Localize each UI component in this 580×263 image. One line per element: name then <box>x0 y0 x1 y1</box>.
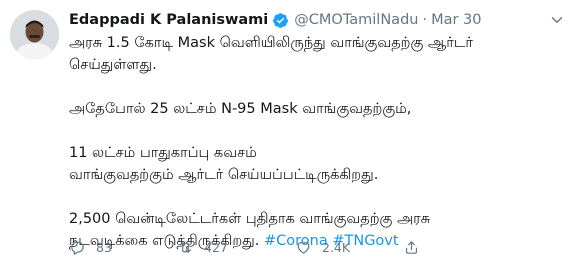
retweet-icon <box>179 241 192 253</box>
like-count: 2.4K <box>322 239 351 255</box>
tweet-actions: 83 427 2.4K <box>69 236 559 258</box>
tweet: Edappadi K Palaniswami @CMOTamilNadu · M… <box>0 0 580 263</box>
tweet-line: அரசு 1.5 கோடி Mask வெளியிலிருந்து வாங்கு… <box>69 35 473 51</box>
reply-count: 83 <box>96 239 112 255</box>
tweet-date[interactable]: Mar 30 <box>431 9 481 31</box>
chevron-down-icon[interactable] <box>548 11 566 29</box>
retweet-button[interactable]: 427 <box>177 236 228 258</box>
like-button[interactable]: 2.4K <box>295 236 350 258</box>
tweet-line: 11 லட்சம் பாதுகாப்பு கவசம் <box>69 145 257 161</box>
separator: · <box>422 12 428 28</box>
tweet-line: செய்துள்ளது. <box>69 57 157 73</box>
avatar[interactable] <box>10 10 59 59</box>
tweet-line: அதேபோல் 25 லட்சம் N-95 Mask வாங்குவதற்கு… <box>69 101 412 117</box>
author-name[interactable]: Edappadi K Palaniswami <box>69 9 268 31</box>
tweet-line: வாங்குவதற்கும் ஆர்டர் செய்யப்பட்டிருக்கி… <box>69 167 379 183</box>
verified-icon <box>272 12 289 29</box>
tweet-header: Edappadi K Palaniswami @CMOTamilNadu · M… <box>69 9 570 31</box>
retweet-count: 427 <box>204 239 228 255</box>
reply-button[interactable]: 83 <box>69 236 112 258</box>
tweet-text: அரசு 1.5 கோடி Mask வெளியிலிருந்து வாங்கு… <box>69 32 569 252</box>
author-handle[interactable]: @CMOTamilNadu <box>294 9 418 31</box>
share-icon <box>405 240 418 254</box>
tweet-line: 2,500 வென்டிலேட்டர்கள் புதிதாக வாங்குவதற… <box>69 211 431 227</box>
share-button[interactable] <box>403 236 430 258</box>
reply-icon <box>71 241 84 255</box>
like-icon <box>297 241 310 254</box>
